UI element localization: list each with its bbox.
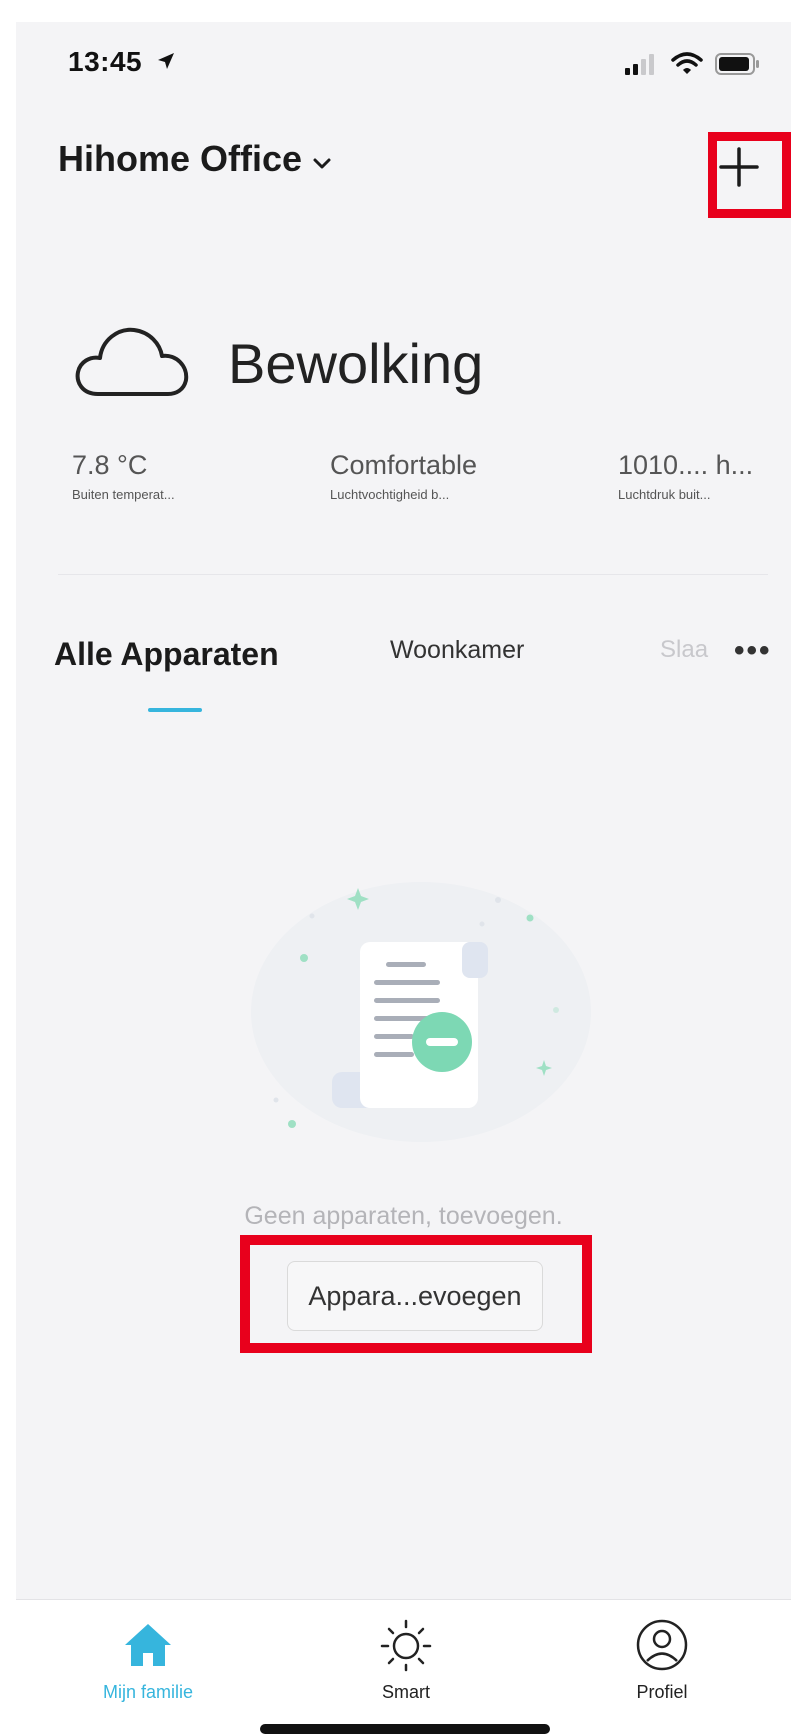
nav-mijn-familie-label: Mijn familie [102, 1682, 194, 1702]
stat-temperature-value: 7.8 °C [72, 450, 148, 480]
stat-pressure: 1010.... h... Luchtdruk buit... [618, 450, 753, 502]
home-icon [125, 1624, 171, 1666]
add-device-button[interactable]: Appara...evoegen [287, 1261, 543, 1331]
nav-smart-label: Smart [381, 1682, 430, 1702]
plus-icon [719, 147, 759, 187]
room-tabs: Alle Apparaten Woonkamer Slaa ••• [16, 622, 791, 722]
home-indicator [260, 1724, 550, 1734]
chevron-down-icon [312, 138, 332, 180]
stat-pressure-label: Luchtdruk buit... [618, 487, 711, 502]
stat-humidity-value: Comfortable [330, 450, 478, 480]
status-time-text: 13:45 [68, 46, 143, 77]
bottom-nav: Mijn familie Smart Profiel [16, 1599, 791, 1732]
status-icons [625, 52, 761, 81]
nav-profiel[interactable]: Profiel [582, 1618, 742, 1703]
active-tab-indicator [148, 708, 202, 712]
stat-humidity-label: Luchtvochtigheid b... [330, 487, 450, 502]
home-selector[interactable]: Hihome Office [58, 138, 332, 180]
divider [58, 574, 768, 575]
cloud-icon [72, 322, 194, 405]
battery-icon [715, 53, 761, 80]
app-screen: 13:45 Hihome Office Bewolking 7.8 °C Bui… [16, 22, 791, 1732]
profile-icon [636, 1619, 688, 1671]
sun-icon [380, 1619, 432, 1672]
weather-summary: Bewolking [72, 322, 483, 405]
wifi-icon [671, 52, 703, 81]
stat-temperature-label: Buiten temperat... [72, 487, 175, 502]
status-bar: 13:45 [16, 22, 791, 112]
nav-smart[interactable]: Smart [326, 1618, 486, 1703]
stat-pressure-value: 1010.... h... [618, 450, 754, 480]
signal-icon [625, 53, 659, 80]
empty-document-icon [236, 862, 606, 1152]
tab-slaapkamer[interactable]: Slaa [660, 636, 710, 664]
nav-mijn-familie[interactable]: Mijn familie [68, 1618, 228, 1703]
nav-profiel-label: Profiel [636, 1682, 688, 1702]
weather-stats: 7.8 °C Buiten temperat... Comfortable Lu… [72, 450, 782, 520]
tab-woonkamer[interactable]: Woonkamer [390, 636, 524, 665]
add-button[interactable] [706, 134, 772, 200]
home-name: Hihome Office [58, 138, 303, 179]
location-arrow-icon [156, 51, 176, 77]
empty-state-message: Geen apparaten, toevoegen. [244, 1202, 563, 1230]
stat-humidity: Comfortable Luchtvochtigheid b... [330, 450, 477, 502]
tabs-more-button[interactable]: ••• [734, 634, 772, 668]
status-time: 13:45 [68, 46, 176, 78]
tab-alle-apparaten[interactable]: Alle Apparaten [54, 636, 279, 673]
stat-temperature: 7.8 °C Buiten temperat... [72, 450, 175, 502]
weather-condition: Bewolking [228, 332, 484, 395]
